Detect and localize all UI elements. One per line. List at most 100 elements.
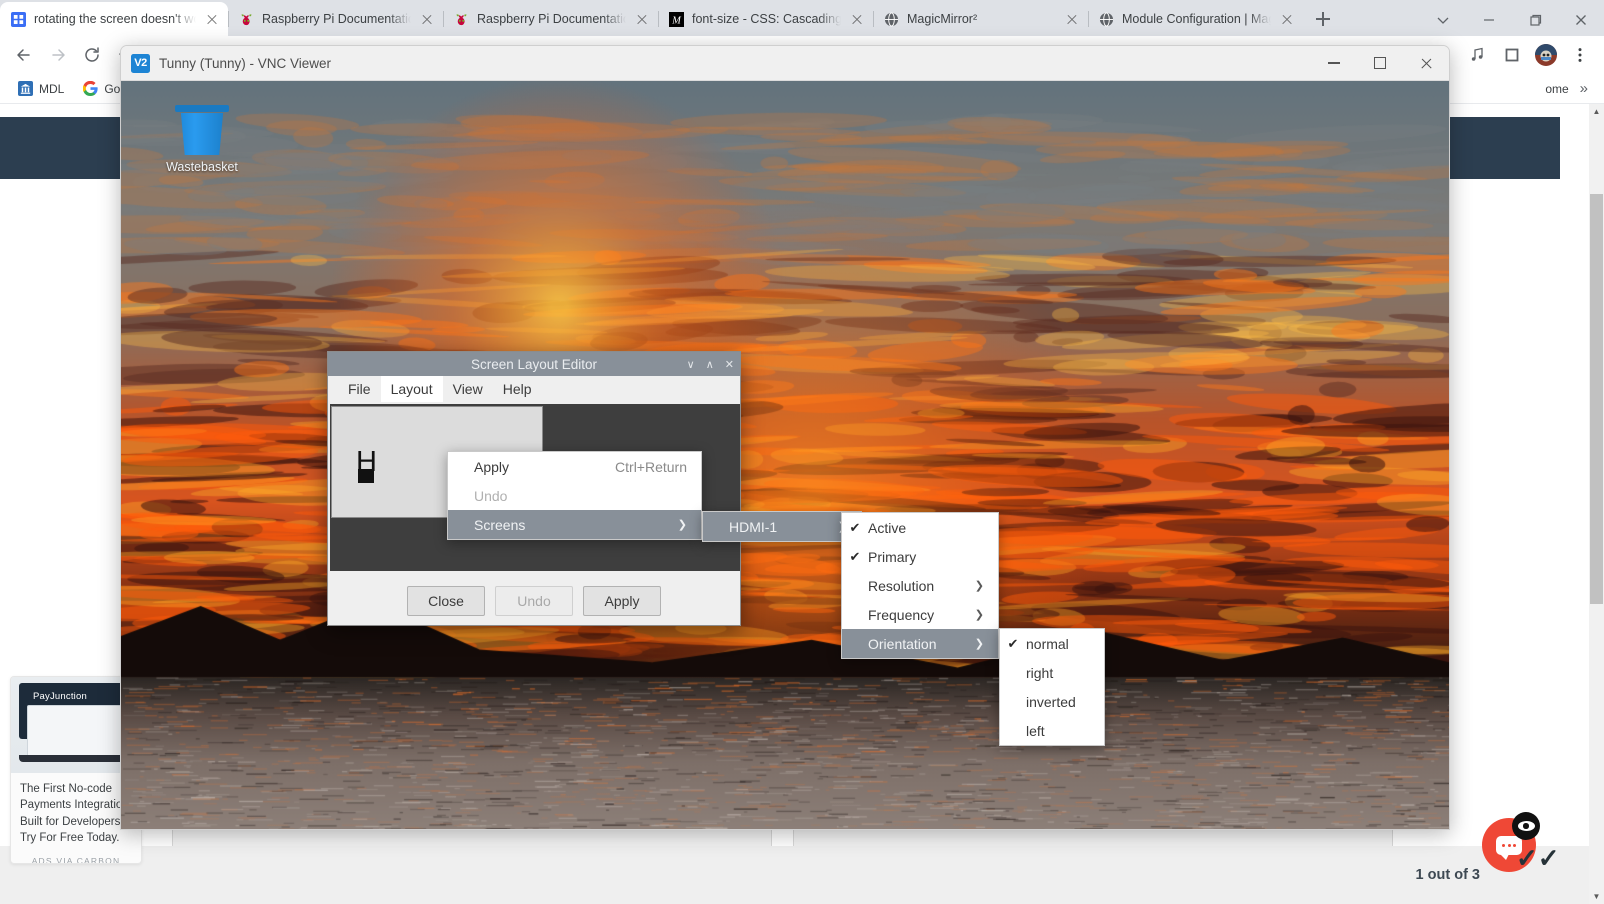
reload-icon[interactable] (76, 39, 108, 71)
restore-button[interactable] (1512, 3, 1558, 36)
bookmark-label-home: ome (1545, 81, 1569, 96)
tab-5[interactable]: Module Configuration | Magic (1088, 2, 1303, 36)
sle-menu-help[interactable]: Help (493, 376, 542, 402)
bank-icon (17, 81, 33, 97)
menu-item-resolution[interactable]: Resolution ❯ (842, 571, 998, 600)
vnc-close-button[interactable] (1403, 46, 1449, 81)
bookmark-home-partial[interactable]: ome (1538, 79, 1575, 99)
vnc-maximize-button[interactable] (1357, 46, 1403, 81)
menu-item-right-label: right (1026, 664, 1054, 681)
check-icon: ✔ (849, 548, 861, 564)
menu-item-primary[interactable]: ✔ Primary (842, 542, 998, 571)
globe-icon (1098, 11, 1114, 27)
bookmarks-overflow-icon[interactable]: » (1580, 80, 1594, 97)
menu-item-orientation-inverted[interactable]: inverted (1000, 687, 1104, 716)
menu-item-undo-label: Undo (474, 487, 508, 504)
sle-shade-button[interactable]: ∨ (687, 358, 695, 371)
carbon-ad-footer: ADS VIA CARBON (31, 856, 121, 864)
browser-tabstrip: rotating the screen doesn't wo Raspberry… (0, 0, 1604, 36)
scroll-up-arrow[interactable]: ▲ (1589, 104, 1604, 119)
tab-title-2: Raspberry Pi Documentation - (477, 12, 626, 26)
sle-close-action-button[interactable]: Close (407, 586, 485, 616)
sle-undo-button: Undo (495, 586, 573, 616)
menu-item-undo: Undo (448, 481, 701, 510)
chevron-right-icon: ❯ (677, 519, 687, 531)
menu-item-primary-label: Primary (868, 548, 917, 565)
minimize-button[interactable] (1466, 3, 1512, 36)
tab-1[interactable]: Raspberry Pi Documentation - (228, 2, 443, 36)
vnc-titlebar[interactable]: V2 Tunny (Tunny) - VNC Viewer (121, 46, 1449, 81)
tab-0[interactable]: rotating the screen doesn't wo (0, 2, 228, 36)
svg-text:M: M (671, 15, 682, 26)
globe-icon (883, 11, 899, 27)
forward-icon[interactable] (42, 39, 74, 71)
sle-title-buttons: ∨ ∧ ✕ (687, 352, 734, 376)
tab-close-2[interactable] (634, 11, 650, 27)
sle-close-button[interactable]: ✕ (725, 358, 734, 371)
sle-screen-handle (358, 469, 374, 483)
vnc-window-title: Tunny (Tunny) - VNC Viewer (159, 55, 332, 71)
page-scrollbar[interactable]: ▲ ▼ (1589, 104, 1604, 904)
carbon-ad-brand: PayJunction (33, 691, 87, 702)
sle-menu-file[interactable]: File (338, 376, 381, 402)
browser-menu-icon[interactable] (1564, 39, 1596, 71)
menu-item-frequency[interactable]: Frequency ❯ (842, 600, 998, 629)
double-check-icon: ✓✓ (1516, 843, 1560, 873)
profile-avatar[interactable] (1530, 39, 1562, 71)
tab-close-4[interactable] (1064, 11, 1080, 27)
sle-title-text: Screen Layout Editor (470, 356, 598, 372)
media-control-icon[interactable] (1462, 39, 1494, 71)
tab-close-0[interactable] (204, 11, 220, 27)
mdn-icon: M (668, 11, 684, 27)
tab-search-button[interactable] (1420, 3, 1466, 36)
menu-item-hdmi1-label: HDMI-1 (729, 518, 778, 535)
tab-3[interactable]: M font-size - CSS: Cascading Sty (658, 2, 873, 36)
menu-item-active[interactable]: ✔ Active (842, 513, 998, 542)
chevron-right-icon: ❯ (974, 609, 984, 621)
tab-4[interactable]: MagicMirror² (873, 2, 1088, 36)
menu-item-orientation-label: Orientation (868, 635, 937, 652)
tab-2[interactable]: Raspberry Pi Documentation - (443, 2, 658, 36)
menu-item-apply[interactable]: Apply Ctrl+Return (448, 452, 701, 481)
menu-item-hdmi1[interactable]: HDMI-1 ❯ (703, 512, 861, 541)
close-button[interactable] (1558, 3, 1604, 36)
menu-item-apply-label: Apply (474, 458, 510, 475)
extensions-icon[interactable] (1496, 39, 1528, 71)
desktop-icon-wastebasket[interactable]: Wastebasket (150, 105, 254, 174)
menu-item-orientation-right[interactable]: right (1000, 658, 1104, 687)
tab-title-5: Module Configuration | Magic (1122, 12, 1271, 26)
tab-close-1[interactable] (419, 11, 435, 27)
menu-item-orientation-normal[interactable]: ✔ normal (1000, 629, 1104, 658)
tab-close-5[interactable] (1279, 11, 1295, 27)
tab-close-3[interactable] (849, 11, 865, 27)
menu-item-screens[interactable]: Screens ❯ (448, 510, 701, 539)
sle-titlebar[interactable]: Screen Layout Editor ∨ ∧ ✕ (328, 352, 740, 376)
menu-item-orientation-left[interactable]: left (1000, 716, 1104, 745)
bookmark-mdl[interactable]: MDL (10, 78, 71, 100)
scroll-down-arrow[interactable]: ▼ (1589, 889, 1604, 904)
back-icon[interactable] (8, 39, 40, 71)
check-icon: ✔ (849, 519, 861, 535)
screen-options-submenu: ✔ Active ✔ Primary Resolution ❯ Frequenc… (841, 512, 999, 659)
wastebasket-icon (180, 113, 224, 155)
vnc-logo-icon: V2 (131, 53, 150, 73)
wastebasket-lid-icon (175, 105, 229, 112)
window-controls (1420, 0, 1604, 36)
scrollbar-thumb[interactable] (1590, 194, 1603, 604)
google-icon (82, 81, 98, 97)
menu-item-orientation[interactable]: Orientation ❯ (842, 629, 998, 658)
sle-unshade-button[interactable]: ∧ (706, 358, 714, 371)
stackoverflow-icon (10, 11, 26, 27)
menu-item-normal-label: normal (1026, 635, 1069, 652)
sle-menu-view[interactable]: View (443, 376, 493, 402)
orientation-submenu: ✔ normal right inverted left (999, 628, 1105, 746)
chevron-right-icon: ❯ (974, 638, 984, 650)
menu-item-left-label: left (1026, 722, 1045, 739)
sle-menu-layout[interactable]: Layout (380, 376, 443, 402)
vnc-viewer-window: V2 Tunny (Tunny) - VNC Viewer Wastebaske… (120, 45, 1450, 830)
sle-apply-button[interactable]: Apply (583, 586, 661, 616)
vnc-minimize-button[interactable] (1311, 46, 1357, 81)
vnc-remote-desktop[interactable]: Wastebasket Screen Layout Editor ∨ ∧ ✕ F… (121, 81, 1449, 829)
new-tab-button[interactable] (1309, 5, 1337, 33)
eye-icon[interactable] (1512, 812, 1540, 840)
